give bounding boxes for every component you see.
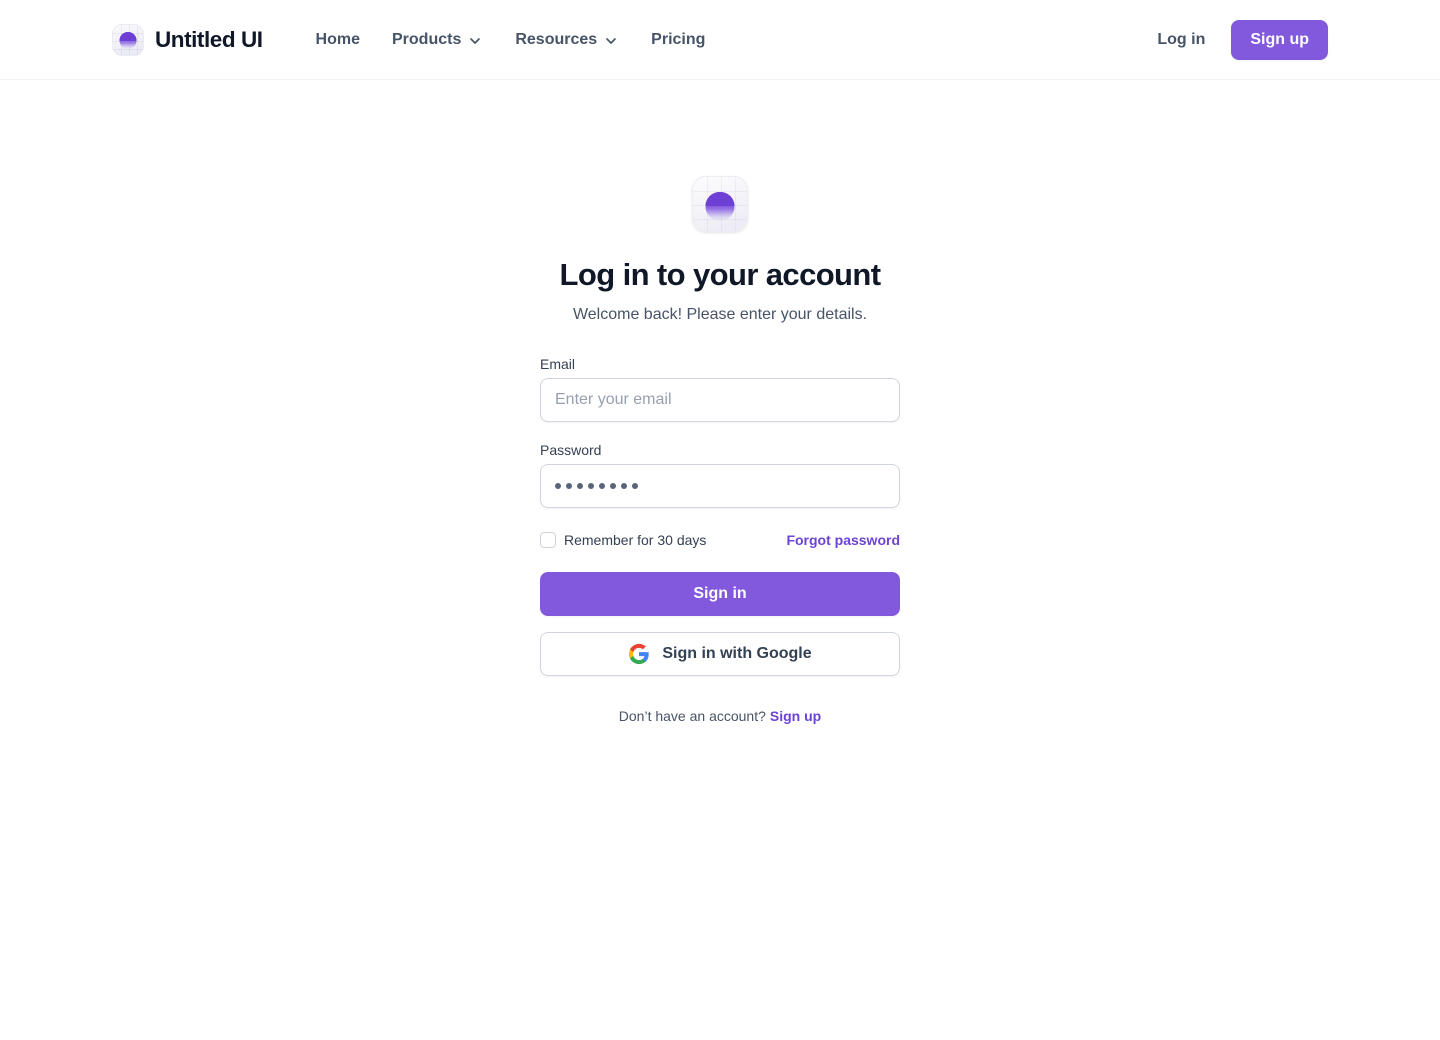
remember-label: Remember for 30 days — [564, 531, 707, 548]
password-label: Password — [540, 441, 602, 458]
password-field-group: Password — [540, 442, 900, 508]
email-field-group: Email — [540, 356, 900, 422]
primary-navigation: Home Products Resources Pricing — [300, 23, 722, 57]
nav-item-products[interactable]: Products — [376, 23, 499, 57]
sign-in-with-google-button[interactable]: Sign in with Google — [540, 631, 900, 676]
google-g-icon — [628, 643, 650, 665]
login-form: Email Password Remember for 30 days Forg… — [540, 356, 900, 724]
signup-prompt-row: Don’t have an account? Sign up — [540, 708, 900, 724]
remember-me-control[interactable]: Remember for 30 days — [540, 531, 707, 548]
login-link[interactable]: Log in — [1143, 21, 1219, 59]
password-input[interactable] — [540, 463, 900, 508]
email-input[interactable] — [540, 377, 900, 422]
nav-item-pricing[interactable]: Pricing — [635, 23, 721, 57]
brand-name: Untitled UI — [155, 26, 263, 52]
remember-checkbox[interactable] — [540, 531, 556, 548]
site-header: Untitled UI Home Products Resources Pric… — [0, 0, 1440, 80]
signup-link[interactable]: Sign up — [770, 708, 821, 724]
nav-item-label: Home — [315, 30, 360, 48]
nav-item-label: Pricing — [651, 30, 706, 48]
google-button-label: Sign in with Google — [662, 644, 812, 662]
nav-item-label: Products — [392, 30, 462, 48]
page-title: Log in to your account — [559, 257, 882, 292]
untitled-ui-logo-icon — [112, 23, 144, 56]
sign-in-button[interactable]: Sign in — [540, 571, 900, 616]
email-label: Email — [540, 355, 576, 372]
signup-prompt-text: Don’t have an account? — [618, 707, 766, 724]
password-masked-value — [555, 482, 638, 489]
untitled-ui-logo-icon — [692, 176, 748, 232]
nav-item-home[interactable]: Home — [300, 23, 376, 57]
signup-button[interactable]: Sign up — [1231, 19, 1328, 60]
form-options-row: Remember for 30 days Forgot password — [540, 531, 900, 548]
forgot-password-link[interactable]: Forgot password — [786, 532, 900, 548]
nav-item-resources[interactable]: Resources — [499, 23, 635, 57]
nav-item-label: Resources — [515, 30, 598, 48]
chevron-down-icon — [467, 33, 483, 49]
login-page: Log in to your account Welcome back! Ple… — [0, 80, 1440, 724]
page-subtitle: Welcome back! Please enter your details. — [572, 305, 868, 323]
brand-logo[interactable]: Untitled UI — [112, 23, 263, 56]
header-actions: Log in Sign up — [1143, 19, 1328, 60]
chevron-down-icon — [603, 33, 619, 49]
